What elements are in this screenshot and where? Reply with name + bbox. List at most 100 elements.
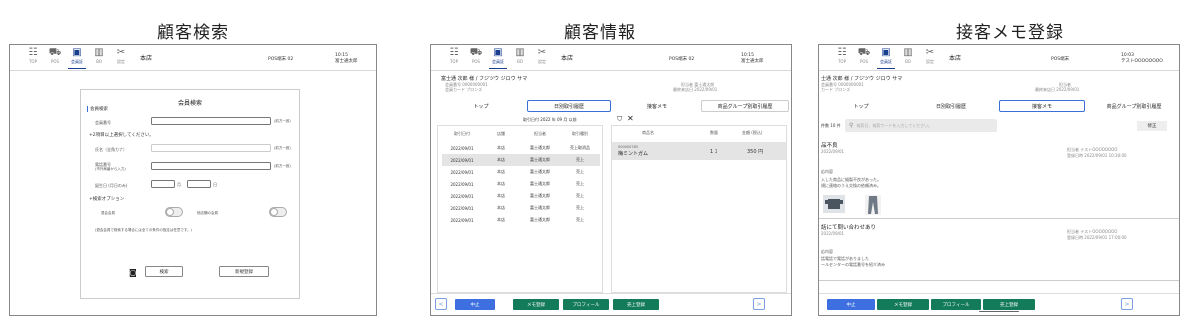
memo-photo-thumbnail[interactable] <box>865 195 881 215</box>
nav-top[interactable]: ☷ TOP <box>445 47 463 69</box>
member-no-input[interactable] <box>151 117 271 125</box>
new-register-button[interactable]: 新規登録 <box>219 266 269 277</box>
nav-top[interactable]: ☷ TOP <box>24 47 42 69</box>
memo-registered: 登録日時 2022/09/01 10:30:00 <box>1067 153 1127 158</box>
memo-search-input[interactable]: ⚲ 検索日、検索ワードを入力してください。 <box>845 119 997 132</box>
nav-settings[interactable]: ✂ 設定 <box>921 47 939 69</box>
phone-sublabel: (市外局番から入力) <box>95 167 126 171</box>
table-header: 取引日付 店舗 担当者 取引種別 <box>442 128 600 140</box>
filter-icon[interactable]: ⛉ <box>617 115 622 124</box>
name-input[interactable] <box>151 144 271 152</box>
table-row[interactable]: 2022/09/01 本店 富士通太郎 売上 <box>442 166 600 178</box>
nav-pos[interactable]: ⛟ POS <box>46 47 64 69</box>
store-name: 本店 <box>561 55 574 62</box>
cancel-button[interactable]: 中止 <box>455 299 495 310</box>
customer-info-screen: ☷ TOP ⛟ POS ▣ 会員証 ▥ BO ✂ 設定 本店 POS端末 02 10:15… <box>430 44 792 316</box>
nav-label: POS <box>859 58 869 64</box>
user-info: 10:15 富士通太郎 <box>335 53 358 65</box>
table-row-selected[interactable]: 2022/09/01 本店 富士通太郎 売上 <box>442 154 600 166</box>
pants-photo-icon <box>868 196 878 214</box>
nav-top[interactable]: ☷ TOP <box>833 47 851 69</box>
chart-icon: ▥ <box>94 46 104 58</box>
memo-section: 応内容 <box>821 169 833 174</box>
birth-day-input[interactable] <box>187 180 211 188</box>
camera-icon[interactable]: ◙ <box>129 268 137 277</box>
tab-top[interactable]: トップ <box>823 100 899 112</box>
memo-item[interactable]: 品不良 2022/09/01 担当者 テストOOOOOOOO 登録日時 2022… <box>819 139 1179 219</box>
table-row[interactable]: 2022/09/01 本店 富士通太郎 売上 <box>442 214 600 226</box>
nav-pos[interactable]: ⛟ POS <box>855 47 873 69</box>
detail-row[interactable]: 000000785 梅ミントガム 1 ｺ 350 円 <box>612 142 786 160</box>
memo-date: 2022/09/01 <box>821 149 845 154</box>
tab-group-history[interactable]: 商品グループ別取引履歴 <box>701 100 789 112</box>
edit-button[interactable]: 修正 <box>1137 121 1167 131</box>
nav-label: 会員証 <box>492 58 504 64</box>
tab-daily-history[interactable]: 日別取引履歴 <box>909 100 993 112</box>
nav-member[interactable]: ▣ 会員証 <box>877 47 895 69</box>
tab-memo[interactable]: 接客メモ <box>999 100 1085 112</box>
memo-register-button[interactable]: メモ登録 <box>877 299 929 310</box>
prev-arrow-icon[interactable]: < <box>435 298 447 310</box>
detail-table: 商品名 数量 金額 (税込) 000000785 梅ミントガム 1 ｺ 350 … <box>611 125 787 293</box>
search-form: 会員検索 会員検索 会員番号 (前方一致) +2項目以上選択してください。 氏名… <box>80 89 300 299</box>
chart-icon: ▥ <box>515 46 525 58</box>
options-label: +検索オプション <box>89 197 125 202</box>
nav-label: 設定 <box>117 58 125 64</box>
sales-register-button[interactable]: 売上登録 <box>983 299 1035 310</box>
nav-bo[interactable]: ▥ BO <box>90 47 108 69</box>
memo-register-screen: ☷ TOP ⛟ POS ▣ 会員証 ▥ BO ✂ 設定 本店 POS端末 10:03 テス… <box>818 44 1180 316</box>
home-indicator <box>979 310 1019 312</box>
close-icon[interactable]: ✕ <box>627 114 634 123</box>
other-store-toggle[interactable] <box>269 207 287 217</box>
tab-top[interactable]: トップ <box>441 100 521 112</box>
nav-label: POS <box>50 58 60 64</box>
next-arrow-icon[interactable]: > <box>1121 298 1133 310</box>
memo-item[interactable]: 話にて問い合わせあり 2022/09/01 担当者 テストOOOOOOOO 登録… <box>819 221 1179 281</box>
item-qty: 1 ｺ <box>710 149 718 155</box>
memo-register-button[interactable]: メモ登録 <box>513 299 559 310</box>
profile-button[interactable]: プロフィール <box>931 299 981 310</box>
table-row[interactable]: 2022/09/01 本店 富士通太郎 売上取消品 <box>442 142 600 154</box>
table-row[interactable]: 2022/09/01 本店 富士通太郎 売上 <box>442 202 600 214</box>
memo-registered: 登録日時 2022/09/01 17:00:00 <box>1067 235 1127 240</box>
nav-pos[interactable]: ⛟ POS <box>467 47 485 69</box>
tab-group-history[interactable]: 商品グループ別取引履歴 <box>1089 100 1179 112</box>
table-row[interactable]: 2022/09/01 本店 富士通太郎 売上 <box>442 190 600 202</box>
nav-member[interactable]: ▣ 会員証 <box>489 47 507 69</box>
profile-button[interactable]: プロフィール <box>563 299 609 310</box>
member-no-hint: (前方一致) <box>274 119 291 123</box>
nav-settings[interactable]: ✂ 設定 <box>533 47 551 69</box>
card-icon: ▣ <box>881 46 891 58</box>
card-icon: ▣ <box>493 46 503 58</box>
memo-title: 話にて問い合わせあり <box>821 225 877 231</box>
col-store: 店舗 <box>497 131 505 136</box>
bottom-action-bar: < 中止 メモ登録 プロフィール 売上登録 > <box>431 293 791 315</box>
nav-bo[interactable]: ▥ BO <box>511 47 529 69</box>
tab-memo[interactable]: 接客メモ <box>617 100 697 112</box>
last-visit: 最終来店日 2022/09/01 <box>1035 87 1080 92</box>
other-store-label: 他店舗の会員 <box>197 211 218 215</box>
sales-register-button[interactable]: 売上登録 <box>613 299 659 310</box>
table-row[interactable]: 2022/09/01 本店 富士通太郎 売上 <box>442 178 600 190</box>
search-button[interactable]: 検索 <box>145 266 183 277</box>
memo-photo-thumbnail[interactable] <box>823 195 845 213</box>
period-filter[interactable]: 件数 10 件 <box>821 123 841 129</box>
cancel-button[interactable]: 中止 <box>827 299 875 310</box>
item-name: 梅ミントガム <box>618 151 649 157</box>
col-staff: 担当者 <box>534 131 546 136</box>
phone-input[interactable] <box>151 162 271 170</box>
nav-settings[interactable]: ✂ 設定 <box>112 47 130 69</box>
next-arrow-icon[interactable]: > <box>753 298 765 310</box>
tab-daily-history[interactable]: 日別取引履歴 <box>527 100 611 112</box>
withdrawn-toggle[interactable] <box>165 207 183 217</box>
nav-bo[interactable]: ▥ BO <box>899 47 917 69</box>
bottom-action-bar: 中止 メモ登録 プロフィール 売上登録 > <box>819 293 1179 315</box>
name-label: 氏名（全角カナ） <box>95 147 127 152</box>
user-info: 10:15 富士通太郎 <box>741 53 764 65</box>
birth-month-input[interactable] <box>151 180 175 188</box>
date-filter[interactable]: 取引日付 2022 年 09 月 以前 <box>523 117 577 123</box>
note-text: (退会会員で検索する場合には全ての条件の指定は任意です。) <box>95 228 192 232</box>
nav-member[interactable]: ▣ 会員証 <box>68 47 86 69</box>
instruction-text: +2項目以上選択してください。 <box>89 133 154 138</box>
customer-name: 士通 次郎 様 / フジツウ ジロウ サマ <box>821 76 903 82</box>
